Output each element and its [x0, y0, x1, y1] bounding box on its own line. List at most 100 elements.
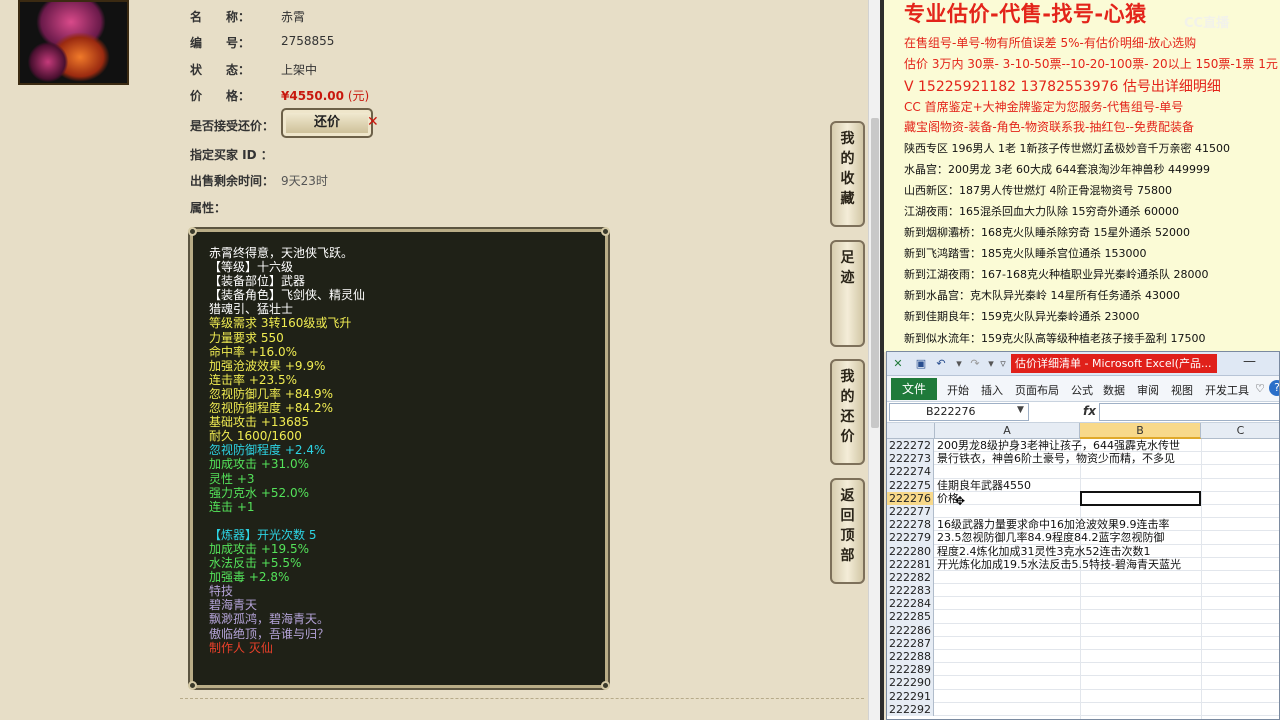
tooltip-line: 碧海青天	[209, 598, 258, 613]
excel-ribbon-tabs: 文件 开始 插入 页面布局 公式 数据 审阅 视图 开发工具 ♡ ?	[887, 376, 1279, 402]
close-icon[interactable]: ✕	[367, 114, 379, 130]
tooltip-line: 赤霄终得意，天池侠飞跃。	[209, 246, 354, 260]
insert-function-icon[interactable]: fx	[1083, 404, 1096, 418]
formula-input[interactable]	[1099, 403, 1279, 421]
row-header[interactable]: 222292	[887, 702, 934, 716]
excel-app-icon: ✕	[893, 357, 903, 370]
table-row: 222282	[887, 570, 1279, 585]
page-scrollbar[interactable]	[868, 0, 880, 720]
counter-offer-label: 是否接受还价：	[190, 119, 275, 133]
customize-toolbar-icon[interactable]: ▿	[995, 356, 1011, 371]
table-row: 222290	[887, 676, 1279, 690]
column-headers: A B C	[887, 423, 1279, 439]
row-header[interactable]: 222288	[887, 650, 934, 664]
name-box[interactable]: B222276	[889, 403, 1029, 421]
table-row: 222275 佳期良年武器4550	[887, 478, 1279, 492]
cell-a[interactable]: 23.5忽视防御几率84.9程度84.2蓝字忽视防御	[937, 531, 1164, 544]
tab-view[interactable]: 视图	[1171, 382, 1193, 398]
my-counter-offers-button[interactable]: 我的还价	[830, 359, 865, 465]
row-header[interactable]: 222276	[887, 491, 934, 505]
chevron-down-icon[interactable]: ▼	[1017, 405, 1024, 415]
status-label: 状 态：	[190, 63, 251, 77]
column-header-a[interactable]: A	[935, 423, 1080, 439]
tooltip-line: 加成攻击 +31.0%	[209, 457, 309, 472]
counter-offer-button[interactable]: 还价	[281, 108, 373, 138]
tooltip-line: 忽视防御程度 +2.4%	[209, 443, 326, 458]
side-button-label: 我的收藏	[840, 131, 855, 207]
price-label: 价 格：	[190, 89, 251, 103]
excel-window: ✕ ▣ ↶ ▾ ↷ ▾ ▿ 估价详细清单 - Microsoft Excel(产…	[886, 351, 1280, 720]
cell-a[interactable]: 景行铁衣，神兽6阶土豪号，物资少而精，不多见	[937, 452, 1175, 465]
ad-line: 新到似水流年：159克火队高等级种植老孩子接手盈利 17500	[904, 332, 1206, 345]
ad-line: CC 首席鉴定+大神金牌鉴定为您服务-代售组号-单号	[904, 100, 1184, 114]
minimize-icon[interactable]: —	[1243, 354, 1256, 369]
side-button-label: 返回顶部	[840, 488, 855, 564]
table-row: 222284	[887, 597, 1279, 611]
scrollbar-thumb[interactable]	[871, 118, 879, 428]
cell-a[interactable]: 开光炼化加成19.5水法反击5.5特技-碧海青天蓝光	[937, 558, 1181, 571]
select-all-corner[interactable]	[887, 423, 935, 439]
tab-review[interactable]: 审阅	[1137, 382, 1159, 398]
row-header[interactable]: 222275	[887, 478, 934, 492]
table-row: 222283	[887, 584, 1279, 598]
row-header[interactable]: 222283	[887, 584, 934, 598]
undo-icon[interactable]: ↶	[933, 356, 949, 371]
tab-insert[interactable]: 插入	[981, 382, 1003, 398]
row-header[interactable]: 222273	[887, 452, 934, 466]
tab-home[interactable]: 开始	[947, 382, 969, 398]
tab-formulas[interactable]: 公式	[1071, 382, 1093, 398]
cell-a[interactable]: 16级武器力量要求命中16加沧波效果9.9连击率	[937, 518, 1170, 531]
row-header[interactable]: 222291	[887, 689, 934, 703]
row-header[interactable]: 222279	[887, 531, 934, 545]
row-header[interactable]: 222284	[887, 597, 934, 611]
ad-title: 专业估价-代售-找号-心猿	[904, 2, 1147, 26]
tooltip-line: 强力克水 +52.0%	[209, 485, 309, 500]
row-header[interactable]: 222274	[887, 465, 934, 479]
tab-developer[interactable]: 开发工具	[1205, 382, 1249, 398]
table-row: 222291	[887, 689, 1279, 703]
collapse-ribbon-icon[interactable]: ♡	[1255, 382, 1265, 395]
tooltip-line: 灵性 +3	[209, 471, 255, 486]
name-label: 名 称：	[190, 10, 251, 24]
price-unit: (元)	[347, 89, 370, 103]
row-header[interactable]: 222289	[887, 663, 934, 677]
cell-a[interactable]: 佳期良年武器4550	[937, 479, 1031, 492]
tab-page-layout[interactable]: 页面布局	[1015, 382, 1059, 398]
save-icon[interactable]: ▣	[913, 356, 929, 371]
tooltip-line: 制作人 灭仙	[209, 640, 273, 655]
row-header[interactable]: 222282	[887, 570, 934, 585]
column-header-c[interactable]: C	[1201, 423, 1279, 439]
row-header[interactable]: 222281	[887, 557, 934, 571]
remaining-time-label: 出售剩余时间：	[190, 174, 275, 188]
item-name: 赤霄	[281, 10, 306, 24]
table-row: 222286	[887, 623, 1279, 637]
cell-a[interactable]: 程度2.4炼化加成31灵性3克水52连击次数1	[937, 545, 1150, 558]
tooltip-line: 加强沧波效果 +9.9%	[209, 358, 326, 373]
row-header[interactable]: 222286	[887, 623, 934, 637]
dropdown-icon[interactable]: ▾	[951, 356, 967, 371]
help-icon[interactable]: ?	[1269, 380, 1279, 396]
row-header[interactable]: 222280	[887, 544, 934, 558]
row-header[interactable]: 222287	[887, 636, 934, 650]
row-header[interactable]: 222278	[887, 518, 934, 532]
item-detail-page: 名 称： 赤霄 编 号： 2758855 状 态： 上架中 价 格： ¥4550…	[0, 0, 868, 720]
row-header[interactable]: 222277	[887, 504, 934, 519]
row-header[interactable]: 222290	[887, 676, 934, 690]
back-to-top-button[interactable]: 返回顶部	[830, 478, 865, 584]
file-tab[interactable]: 文件	[891, 378, 937, 400]
row-header[interactable]: 222285	[887, 610, 934, 624]
column-header-b[interactable]: B	[1080, 423, 1201, 439]
table-row: 222280 程度2.4炼化加成31灵性3克水52连击次数1	[887, 544, 1279, 558]
tab-data[interactable]: 数据	[1103, 382, 1125, 398]
my-favorites-button[interactable]: 我的收藏	[830, 121, 865, 227]
active-cell[interactable]	[1080, 491, 1201, 506]
redo-icon[interactable]: ↷	[967, 356, 983, 371]
item-id: 2758855	[281, 34, 335, 48]
tooltip-line	[209, 514, 365, 528]
tooltip-line: 命中率 +16.0%	[209, 344, 297, 359]
table-row: 222274	[887, 465, 1279, 479]
cell-a[interactable]: 200男龙8级护身3老神让孩子，644强霹克水传世	[937, 439, 1180, 452]
row-header[interactable]: 222272	[887, 439, 934, 453]
footprint-button[interactable]: 足迹	[830, 240, 865, 347]
item-tooltip: 赤霄终得意，天池侠飞跃。 【等级】十六级 【装备部位】武器 【装备角色】飞剑侠、精灵仙…	[188, 227, 610, 690]
